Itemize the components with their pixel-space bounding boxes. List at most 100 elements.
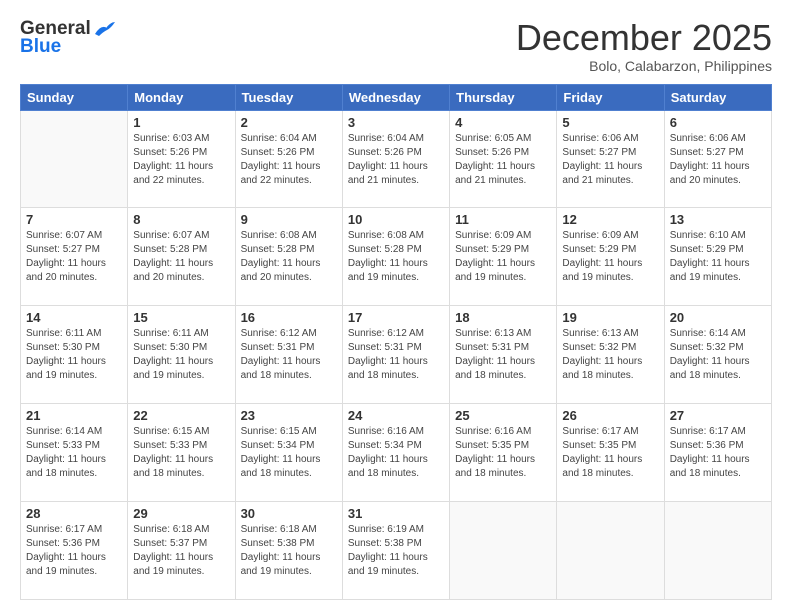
- table-row: 18 Sunrise: 6:13 AMSunset: 5:31 PMDayligh…: [450, 306, 557, 404]
- table-row: 17 Sunrise: 6:12 AMSunset: 5:31 PMDayligh…: [342, 306, 449, 404]
- title-block: December 2025 Bolo, Calabarzon, Philippi…: [516, 18, 772, 74]
- day-info: Sunrise: 6:04 AMSunset: 5:26 PMDaylight:…: [241, 132, 337, 188]
- table-row: 26 Sunrise: 6:17 AMSunset: 5:35 PMDayligh…: [557, 404, 664, 502]
- day-number: 12: [562, 212, 658, 227]
- day-info: Sunrise: 6:12 AMSunset: 5:31 PMDaylight:…: [241, 327, 337, 383]
- table-row: 14Sunrise: 6:11 AMSunset: 5:30 PMDayligh…: [21, 306, 128, 404]
- day-info: Sunrise: 6:13 AMSunset: 5:31 PMDaylight:…: [455, 327, 551, 383]
- table-row: 25Sunrise: 6:16 AMSunset: 5:35 PMDayligh…: [450, 404, 557, 502]
- col-wednesday: Wednesday: [342, 84, 449, 110]
- col-thursday: Thursday: [450, 84, 557, 110]
- day-number: 16: [241, 310, 337, 325]
- day-info: Sunrise: 6:06 AMSunset: 5:27 PMDaylight:…: [562, 132, 658, 188]
- day-info: Sunrise: 6:09 AMSunset: 5:29 PMDaylight:…: [455, 229, 551, 285]
- month-title: December 2025: [516, 18, 772, 58]
- day-info: Sunrise: 6:10 AMSunset: 5:29 PMDaylight:…: [670, 229, 766, 285]
- table-row: 3 Sunrise: 6:04 AMSunset: 5:26 PMDaylight…: [342, 110, 449, 208]
- table-row: 20 Sunrise: 6:14 AMSunset: 5:32 PMDayligh…: [664, 306, 771, 404]
- day-number: 15: [133, 310, 229, 325]
- day-info: Sunrise: 6:13 AMSunset: 5:32 PMDaylight:…: [562, 327, 658, 383]
- day-number: 29: [133, 506, 229, 521]
- col-monday: Monday: [128, 84, 235, 110]
- table-row: 1 Sunrise: 6:03 AMSunset: 5:26 PMDaylight…: [128, 110, 235, 208]
- day-number: 13: [670, 212, 766, 227]
- table-row: 21Sunrise: 6:14 AMSunset: 5:33 PMDayligh…: [21, 404, 128, 502]
- table-row: 30 Sunrise: 6:18 AMSunset: 5:38 PMDayligh…: [235, 502, 342, 600]
- table-row: 7 Sunrise: 6:07 AMSunset: 5:27 PMDaylight…: [21, 208, 128, 306]
- day-info: Sunrise: 6:16 AMSunset: 5:34 PMDaylight:…: [348, 425, 444, 481]
- page: General Blue December 2025 Bolo, Calabar…: [0, 0, 792, 612]
- day-info: Sunrise: 6:17 AMSunset: 5:36 PMDaylight:…: [26, 523, 122, 579]
- day-number: 5: [562, 115, 658, 130]
- table-row: 31Sunrise: 6:19 AMSunset: 5:38 PMDayligh…: [342, 502, 449, 600]
- day-number: 17: [348, 310, 444, 325]
- day-info: Sunrise: 6:11 AMSunset: 5:30 PMDaylight:…: [26, 327, 122, 383]
- day-info: Sunrise: 6:06 AMSunset: 5:27 PMDaylight:…: [670, 132, 766, 188]
- col-sunday: Sunday: [21, 84, 128, 110]
- day-number: 4: [455, 115, 551, 130]
- table-row: 19Sunrise: 6:13 AMSunset: 5:32 PMDayligh…: [557, 306, 664, 404]
- day-info: Sunrise: 6:18 AMSunset: 5:38 PMDaylight:…: [241, 523, 337, 579]
- day-info: Sunrise: 6:16 AMSunset: 5:35 PMDaylight:…: [455, 425, 551, 481]
- day-number: 26: [562, 408, 658, 423]
- day-info: Sunrise: 6:12 AMSunset: 5:31 PMDaylight:…: [348, 327, 444, 383]
- day-info: Sunrise: 6:11 AMSunset: 5:30 PMDaylight:…: [133, 327, 229, 383]
- calendar-week-row: 21Sunrise: 6:14 AMSunset: 5:33 PMDayligh…: [21, 404, 772, 502]
- day-number: 30: [241, 506, 337, 521]
- table-row: 6 Sunrise: 6:06 AMSunset: 5:27 PMDaylight…: [664, 110, 771, 208]
- day-info: Sunrise: 6:04 AMSunset: 5:26 PMDaylight:…: [348, 132, 444, 188]
- table-row: [664, 502, 771, 600]
- calendar-week-row: 28 Sunrise: 6:17 AMSunset: 5:36 PMDayligh…: [21, 502, 772, 600]
- col-tuesday: Tuesday: [235, 84, 342, 110]
- day-info: Sunrise: 6:07 AMSunset: 5:27 PMDaylight:…: [26, 229, 122, 285]
- table-row: [21, 110, 128, 208]
- day-number: 7: [26, 212, 122, 227]
- table-row: 28 Sunrise: 6:17 AMSunset: 5:36 PMDayligh…: [21, 502, 128, 600]
- calendar-header-row: Sunday Monday Tuesday Wednesday Thursday…: [21, 84, 772, 110]
- table-row: 2Sunrise: 6:04 AMSunset: 5:26 PMDaylight…: [235, 110, 342, 208]
- logo: General Blue: [20, 18, 115, 55]
- day-number: 22: [133, 408, 229, 423]
- col-friday: Friday: [557, 84, 664, 110]
- calendar-table: Sunday Monday Tuesday Wednesday Thursday…: [20, 84, 772, 600]
- logo-blue: Blue: [20, 38, 61, 55]
- day-info: Sunrise: 6:17 AMSunset: 5:36 PMDaylight:…: [670, 425, 766, 481]
- header: General Blue December 2025 Bolo, Calabar…: [20, 18, 772, 74]
- day-number: 1: [133, 115, 229, 130]
- day-number: 23: [241, 408, 337, 423]
- table-row: 22 Sunrise: 6:15 AMSunset: 5:33 PMDayligh…: [128, 404, 235, 502]
- table-row: 8Sunrise: 6:07 AMSunset: 5:28 PMDaylight…: [128, 208, 235, 306]
- day-number: 20: [670, 310, 766, 325]
- table-row: 11Sunrise: 6:09 AMSunset: 5:29 PMDayligh…: [450, 208, 557, 306]
- day-number: 18: [455, 310, 551, 325]
- location-title: Bolo, Calabarzon, Philippines: [516, 58, 772, 74]
- table-row: 4Sunrise: 6:05 AMSunset: 5:26 PMDaylight…: [450, 110, 557, 208]
- day-number: 3: [348, 115, 444, 130]
- table-row: 15 Sunrise: 6:11 AMSunset: 5:30 PMDayligh…: [128, 306, 235, 404]
- calendar-week-row: 1 Sunrise: 6:03 AMSunset: 5:26 PMDaylight…: [21, 110, 772, 208]
- day-number: 31: [348, 506, 444, 521]
- calendar-week-row: 14Sunrise: 6:11 AMSunset: 5:30 PMDayligh…: [21, 306, 772, 404]
- calendar-body: 1 Sunrise: 6:03 AMSunset: 5:26 PMDaylight…: [21, 110, 772, 599]
- table-row: 9 Sunrise: 6:08 AMSunset: 5:28 PMDaylight…: [235, 208, 342, 306]
- day-info: Sunrise: 6:08 AMSunset: 5:28 PMDaylight:…: [348, 229, 444, 285]
- day-number: 6: [670, 115, 766, 130]
- calendar-week-row: 7 Sunrise: 6:07 AMSunset: 5:27 PMDaylight…: [21, 208, 772, 306]
- table-row: 10 Sunrise: 6:08 AMSunset: 5:28 PMDayligh…: [342, 208, 449, 306]
- table-row: 24Sunrise: 6:16 AMSunset: 5:34 PMDayligh…: [342, 404, 449, 502]
- day-info: Sunrise: 6:15 AMSunset: 5:34 PMDaylight:…: [241, 425, 337, 481]
- day-info: Sunrise: 6:08 AMSunset: 5:28 PMDaylight:…: [241, 229, 337, 285]
- day-info: Sunrise: 6:15 AMSunset: 5:33 PMDaylight:…: [133, 425, 229, 481]
- day-number: 9: [241, 212, 337, 227]
- day-info: Sunrise: 6:17 AMSunset: 5:35 PMDaylight:…: [562, 425, 658, 481]
- day-info: Sunrise: 6:03 AMSunset: 5:26 PMDaylight:…: [133, 132, 229, 188]
- day-info: Sunrise: 6:14 AMSunset: 5:32 PMDaylight:…: [670, 327, 766, 383]
- day-info: Sunrise: 6:18 AMSunset: 5:37 PMDaylight:…: [133, 523, 229, 579]
- table-row: 23 Sunrise: 6:15 AMSunset: 5:34 PMDayligh…: [235, 404, 342, 502]
- day-number: 28: [26, 506, 122, 521]
- day-number: 10: [348, 212, 444, 227]
- day-number: 27: [670, 408, 766, 423]
- table-row: 13 Sunrise: 6:10 AMSunset: 5:29 PMDayligh…: [664, 208, 771, 306]
- day-number: 8: [133, 212, 229, 227]
- table-row: 12Sunrise: 6:09 AMSunset: 5:29 PMDayligh…: [557, 208, 664, 306]
